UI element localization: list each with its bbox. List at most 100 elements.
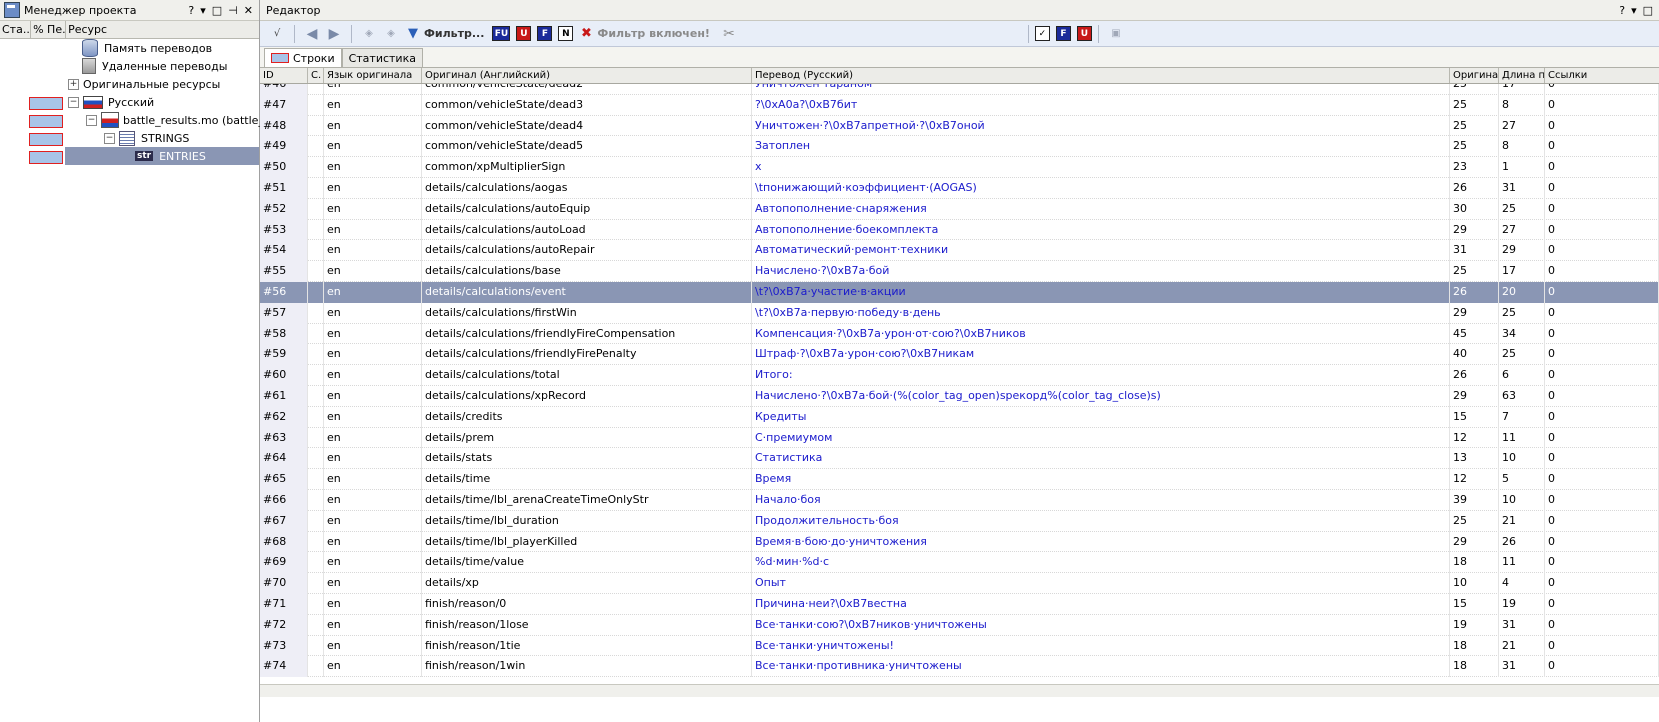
table-row[interactable]: #62 en details/credits Кредиты 15 7 0: [260, 406, 1659, 428]
cell-translation[interactable]: Штраф·?\0xB7a·урон·сою?\0xB7никам: [752, 344, 1450, 366]
cell-translation[interactable]: Компенсация·?\0xB7a·урон·от·сою?\0xB7ник…: [752, 323, 1450, 345]
dropdown-button[interactable]: ▾: [1631, 4, 1637, 17]
cell-translation[interactable]: Продолжительность·боя: [752, 510, 1450, 532]
table-row[interactable]: #51 en details/calculations/aogas \tпонижаю…: [260, 178, 1659, 199]
horizontal-scrollbar[interactable]: [260, 684, 1659, 697]
table-row[interactable]: #73 en finish/reason/1tie Все·танки·уничтож…: [260, 635, 1659, 657]
cell-translation[interactable]: \tпонижающий·коэффициент·(AOGAS): [752, 178, 1450, 199]
table-row[interactable]: #66 en details/time/lbl_arenaCreateTimeOnl…: [260, 490, 1659, 511]
filter-u-icon[interactable]: U: [516, 26, 532, 41]
prev-untranslated-icon[interactable]: ◈: [360, 25, 378, 43]
maximize-button[interactable]: □: [212, 4, 222, 17]
table-row[interactable]: #70 en details/xp Опыт 10 4 0: [260, 573, 1659, 594]
cell-translation[interactable]: x: [752, 157, 1450, 178]
cell-translation[interactable]: Автопополнение·боекомплекта: [752, 219, 1450, 241]
filter-clear-icon[interactable]: ✖: [577, 25, 595, 43]
column-references[interactable]: Ссылки: [1545, 68, 1659, 83]
table-row[interactable]: #71 en finish/reason/0 Причина·неи?\0xB7вес…: [260, 594, 1659, 615]
filter-button[interactable]: Фильтр...: [424, 27, 484, 40]
column-source-language[interactable]: Язык оригинала: [324, 68, 422, 83]
table-row[interactable]: #47 en common/vehicleState/dead3 ?\0xA0a?\0…: [260, 94, 1659, 116]
column-status[interactable]: С.: [308, 68, 324, 83]
cell-translation[interactable]: Все·танки·уничтожены!: [752, 635, 1450, 657]
cell-translation[interactable]: Опыт: [752, 573, 1450, 594]
cell-translation[interactable]: %d·мин·%d·с: [752, 552, 1450, 574]
table-row[interactable]: #53 en details/calculations/autoLoad Автопо…: [260, 219, 1659, 241]
u-toggle-icon[interactable]: U: [1076, 26, 1092, 41]
table-row[interactable]: #52 en details/calculations/autoEquip Автоп…: [260, 198, 1659, 220]
cell-translation[interactable]: Кредиты: [752, 406, 1450, 428]
table-row[interactable]: #54 en details/calculations/autoRepair Авто…: [260, 240, 1659, 262]
table-row[interactable]: #67 en details/time/lbl_duration Продолжите…: [260, 510, 1659, 532]
column-status[interactable]: Ста...: [0, 21, 32, 38]
close-button[interactable]: ✕: [244, 4, 253, 17]
table-row[interactable]: #48 en common/vehicleState/dead4 Уничтожен·…: [260, 115, 1659, 137]
column-id[interactable]: ID: [260, 68, 308, 83]
column-resource[interactable]: Ресурс: [66, 21, 259, 38]
table-row[interactable]: #49 en common/vehicleState/dead5 Затоплен 25…: [260, 136, 1659, 158]
table-row[interactable]: #63 en details/prem С·премиумом 12 11 0: [260, 427, 1659, 449]
f-toggle-icon[interactable]: F: [1055, 26, 1071, 41]
expand-icon[interactable]: +: [68, 78, 79, 90]
cell-translation[interactable]: ?\0xA0a?\0xB7бит: [752, 94, 1450, 116]
cell-translation[interactable]: Уничтожен·?\0xB7апретной·?\0xB7оной: [752, 115, 1450, 137]
column-percent[interactable]: % Пе...: [31, 21, 67, 38]
column-translation-length[interactable]: Длина п...: [1499, 68, 1545, 83]
cell-translation[interactable]: Затоплен: [752, 136, 1450, 158]
cell-translation[interactable]: \t?\0xB7a·участие·в·акции: [752, 282, 1450, 303]
filter-f-icon[interactable]: F: [537, 26, 553, 41]
cell-translation[interactable]: Все·танки·сою?\0xB7ников·уничтожены: [752, 614, 1450, 636]
cell-translation[interactable]: Время·в·бою·до·уничтожения: [752, 531, 1450, 553]
table-row[interactable]: #55 en details/calculations/base Начислено·…: [260, 261, 1659, 282]
help-button[interactable]: ?: [1619, 4, 1625, 17]
tools-icon[interactable]: ✂: [720, 25, 738, 43]
pin-button[interactable]: ⊣: [228, 4, 238, 17]
next-untranslated-icon[interactable]: ◈: [382, 25, 400, 43]
cell-translation[interactable]: Время: [752, 469, 1450, 490]
cell-translation[interactable]: Автоматический·ремонт·техники: [752, 240, 1450, 262]
cell-translation[interactable]: Начислено·?\0xB7a·бой: [752, 261, 1450, 282]
collapse-icon[interactable]: −: [104, 132, 115, 144]
cell-translation[interactable]: Причина·неи?\0xB7вестна: [752, 594, 1450, 615]
cell-translation[interactable]: Все·танки·противника·уничтожены: [752, 656, 1450, 678]
cell-translation[interactable]: \t?\0xB7a·первую·победу·в·день: [752, 302, 1450, 324]
table-row[interactable]: #60 en details/calculations/total Итого: 26 6…: [260, 365, 1659, 386]
table-row[interactable]: #59 en details/calculations/friendlyFirePe…: [260, 344, 1659, 366]
validate-icon[interactable]: √: [268, 25, 286, 43]
table-row[interactable]: #72 en finish/reason/1lose Все·танки·сою?\0…: [260, 614, 1659, 636]
filter-funnel-icon[interactable]: ▼: [404, 25, 422, 43]
cell-translation[interactable]: Автопополнение·снаряжения: [752, 198, 1450, 220]
cell-translation[interactable]: Начислено·?\0xB7a·бой·(%(color_tag_open)…: [752, 386, 1450, 407]
cell-translation[interactable]: Статистика: [752, 448, 1450, 470]
tree-item-entries[interactable]: str ENTRIES: [65, 147, 259, 165]
filter-fu-icon[interactable]: FU: [492, 26, 511, 41]
help-button[interactable]: ?: [188, 4, 194, 17]
column-translation[interactable]: Перевод (Русский): [752, 68, 1450, 83]
table-row[interactable]: #74 en finish/reason/1win Все·танки·противн…: [260, 656, 1659, 678]
maximize-button[interactable]: □: [1643, 4, 1653, 17]
table-row[interactable]: #69 en details/time/value %d·мин·%d·с 18 11 0: [260, 552, 1659, 574]
collapse-icon[interactable]: −: [68, 96, 79, 108]
table-row[interactable]: #61 en details/calculations/xpRecord Начисл…: [260, 386, 1659, 407]
checkbox-icon[interactable]: ✓: [1034, 26, 1050, 41]
column-original-length[interactable]: Оригина...: [1450, 68, 1499, 83]
forward-arrow-icon[interactable]: ▶: [325, 25, 343, 43]
table-row[interactable]: #68 en details/time/lbl_playerKilled Время·…: [260, 531, 1659, 553]
table-row[interactable]: #65 en details/time Время 12 5 0: [260, 469, 1659, 490]
tab-statistics[interactable]: Статистика: [341, 48, 423, 67]
back-arrow-icon[interactable]: ◀: [303, 25, 321, 43]
filter-n-icon[interactable]: N: [558, 26, 574, 41]
table-row[interactable]: #57 en details/calculations/firstWin \t?\0x…: [260, 302, 1659, 324]
column-original[interactable]: Оригинал (Английский): [422, 68, 752, 83]
table-row[interactable]: #46 encommon/vehicleState/dead2Уничтожен·…: [260, 84, 1659, 95]
cell-translation[interactable]: Уничтожен·тараном: [752, 84, 1450, 95]
collapse-icon[interactable]: −: [86, 114, 97, 126]
cell-translation[interactable]: Итого:: [752, 365, 1450, 386]
tab-strings[interactable]: Строки: [264, 48, 342, 67]
table-row[interactable]: #58 en details/calculations/friendlyFireCo…: [260, 323, 1659, 345]
dropdown-button[interactable]: ▾: [200, 4, 206, 17]
table-row[interactable]: #56 en details/calculations/event \t?\0xB7a…: [260, 282, 1659, 303]
cell-translation[interactable]: Начало·боя: [752, 490, 1450, 511]
table-row[interactable]: #64 en details/stats Статистика 13 10 0: [260, 448, 1659, 470]
options-icon[interactable]: ▣: [1107, 25, 1125, 43]
